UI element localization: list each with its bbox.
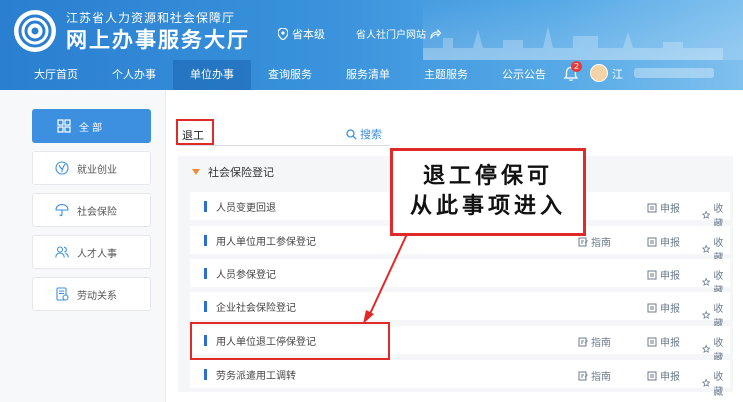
item-name: 用人单位用工参保登记	[216, 237, 316, 248]
main-nav: 大厅首页 个人办事 单位办事 查询服务 服务清单 主题服务 公示公告	[0, 60, 743, 90]
nav-item-personal[interactable]: 个人办事	[95, 60, 173, 90]
guide-icon	[578, 371, 588, 380]
item-marker	[204, 301, 207, 312]
logo-emblem-icon	[18, 14, 52, 48]
apply-button[interactable]: 申报	[647, 334, 680, 349]
sidebar-item-all[interactable]: 全 部	[32, 109, 151, 143]
category-title: 社会保险登记	[208, 166, 274, 179]
guide-icon	[578, 237, 588, 246]
guide-icon	[578, 337, 588, 346]
star-icon	[702, 344, 711, 353]
sidebar-item-social-insurance[interactable]: 社会保险	[32, 193, 151, 227]
item-name: 人员参保登记	[216, 270, 276, 281]
apply-button[interactable]: 申报	[647, 234, 680, 249]
nav-item-announcements[interactable]: 公示公告	[485, 60, 563, 90]
leaf-icon	[55, 161, 69, 175]
apply-button[interactable]: 申报	[647, 368, 680, 383]
hall-name: 网上办事服务大厅	[66, 28, 250, 52]
nav-item-topics[interactable]: 主题服务	[407, 60, 485, 90]
list-item[interactable]: 企业社会保险登记 申报 收藏	[190, 292, 730, 330]
apply-label: 申报	[660, 204, 680, 215]
item-marker	[204, 235, 207, 246]
sidebar-item-label: 劳动关系	[77, 290, 117, 302]
favorite-button[interactable]: 收藏	[702, 368, 730, 398]
grid-icon	[57, 119, 71, 133]
item-name: 企业社会保险登记	[216, 303, 296, 314]
guide-button[interactable]: 指南	[578, 234, 611, 249]
apply-icon	[647, 237, 657, 246]
nav-item-query[interactable]: 查询服务	[251, 60, 329, 90]
search-highlight-box	[176, 119, 214, 145]
sidebar-item-labor-relations[interactable]: 劳动关系	[32, 277, 151, 311]
sidebar-item-talent[interactable]: 人才人事	[32, 235, 151, 269]
nav-item-service-list[interactable]: 服务清单	[329, 60, 407, 90]
item-marker	[204, 268, 207, 279]
star-icon	[702, 310, 711, 319]
item-marker	[204, 369, 207, 380]
favorite-label: 收藏	[713, 372, 724, 398]
sidebar-divider	[165, 90, 166, 402]
item-marker	[204, 201, 207, 212]
user-name[interactable]: 江	[612, 66, 623, 82]
annotation-arrow-icon	[363, 233, 408, 324]
apply-icon	[647, 303, 657, 312]
share-arrow-icon	[430, 28, 441, 39]
sidebar-item-label: 全 部	[79, 122, 103, 134]
item-name: 劳务派遣用工调转	[216, 371, 296, 382]
apply-icon	[647, 203, 657, 212]
item-name: 人员变更回退	[216, 203, 276, 214]
sidebar-item-label: 社会保险	[77, 206, 117, 218]
apply-icon	[647, 270, 657, 279]
star-icon	[702, 244, 711, 253]
ministry-logo[interactable]	[14, 10, 56, 52]
umbrella-icon	[55, 203, 69, 217]
location-pin-icon	[278, 28, 288, 40]
portal-link-label: 省人社门户网站	[356, 30, 426, 41]
apply-button[interactable]: 申报	[647, 300, 680, 315]
guide-label: 指南	[591, 338, 611, 349]
star-icon	[702, 378, 711, 387]
level-label: 省本级	[292, 28, 325, 41]
apply-label: 申报	[660, 304, 680, 315]
nav-item-employer[interactable]: 单位办事	[173, 60, 251, 90]
guide-button[interactable]: 指南	[578, 334, 611, 349]
category-header[interactable]: 社会保险登记	[192, 164, 274, 180]
sidebar-item-employment[interactable]: 就业创业	[32, 151, 151, 185]
notification-badge: 2	[571, 61, 582, 72]
search-button[interactable]: 搜索	[346, 126, 382, 142]
top-header: 江苏省人力资源和社会保障厅 网上办事服务大厅 省本级 省人社门户网站 大厅首页 …	[0, 0, 743, 90]
guide-label: 指南	[591, 372, 611, 383]
apply-label: 申报	[660, 238, 680, 249]
sidebar-item-label: 就业创业	[77, 164, 117, 176]
annotation-line-1: 退工停保可	[422, 164, 553, 189]
city-skyline-decoration	[423, 26, 723, 60]
nav-item-home[interactable]: 大厅首页	[0, 60, 95, 90]
list-item[interactable]: 劳务派遣用工调转 指南 申报 收藏	[190, 360, 730, 398]
people-icon	[55, 246, 69, 258]
apply-button[interactable]: 申报	[647, 200, 680, 215]
apply-label: 申报	[660, 271, 680, 282]
caret-down-icon	[192, 169, 200, 175]
item-highlight-box	[190, 322, 390, 360]
apply-button[interactable]: 申报	[647, 267, 680, 282]
search-icon	[346, 128, 357, 140]
level-selector[interactable]: 省本级	[278, 26, 325, 42]
avatar[interactable]	[590, 64, 608, 82]
annotation-line-2: 从此事项进入	[409, 194, 566, 219]
portal-link[interactable]: 省人社门户网站	[356, 26, 441, 41]
guide-button[interactable]: 指南	[578, 368, 611, 383]
list-item[interactable]: 人员参保登记 申报 收藏	[190, 259, 730, 297]
guide-label: 指南	[591, 238, 611, 249]
star-icon	[702, 277, 711, 286]
search-button-label: 搜索	[360, 128, 382, 141]
user-name-blurred	[634, 68, 714, 78]
document-icon	[56, 287, 69, 301]
apply-label: 申报	[660, 372, 680, 383]
apply-label: 申报	[660, 338, 680, 349]
apply-icon	[647, 337, 657, 346]
apply-icon	[647, 371, 657, 380]
star-icon	[702, 210, 711, 219]
annotation-callout: 退工停保可 从此事项进入	[390, 148, 586, 236]
sidebar-item-label: 人才人事	[77, 248, 117, 260]
